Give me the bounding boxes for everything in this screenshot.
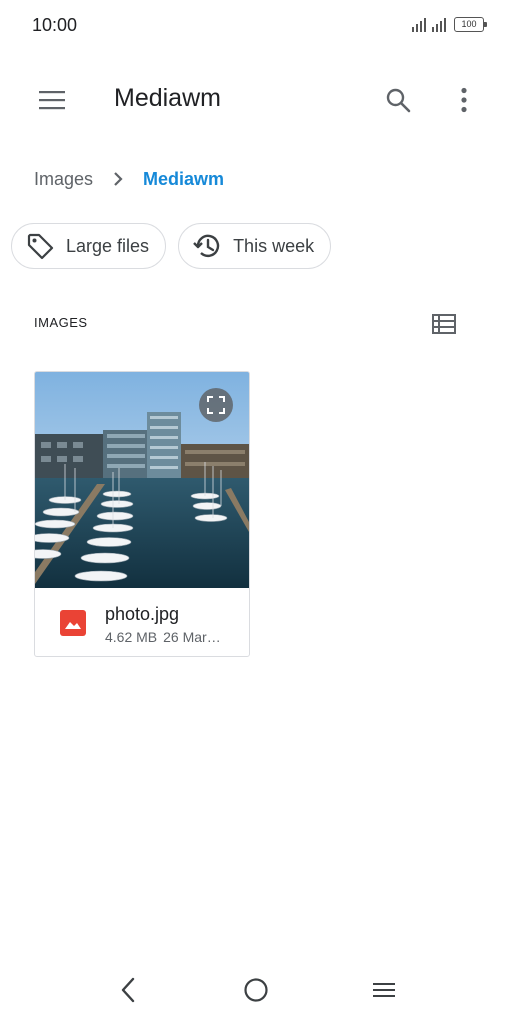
- list-view-icon[interactable]: [424, 306, 464, 342]
- breadcrumb-root[interactable]: Images: [34, 169, 93, 190]
- filter-chips: Large files This week: [11, 223, 332, 269]
- file-name: photo.jpg: [105, 604, 180, 624]
- image-thumbnail[interactable]: [35, 372, 249, 588]
- file-card[interactable]: photo.jpg 4.62 MB 26 Mar…: [34, 371, 250, 657]
- signal-icon: [432, 17, 446, 32]
- chip-this-week[interactable]: This week: [178, 223, 332, 269]
- system-nav-bar: [0, 960, 512, 1020]
- chip-label: Large files: [66, 235, 150, 256]
- section-title: IMAGES: [34, 315, 88, 330]
- app-bar: Mediawm: [0, 70, 512, 128]
- tag-icon: [24, 230, 56, 262]
- status-bar: 10:00 100: [0, 0, 512, 54]
- file-size: 4.62 MB: [105, 629, 158, 645]
- menu-icon[interactable]: [360, 970, 408, 1010]
- history-icon: [191, 230, 223, 262]
- chevron-right-icon: [113, 171, 123, 187]
- back-icon[interactable]: [104, 970, 152, 1010]
- breadcrumb: Images Mediawm: [34, 166, 224, 192]
- status-icons: 100: [412, 17, 487, 32]
- chip-label: This week: [233, 235, 315, 256]
- search-icon[interactable]: [374, 78, 422, 122]
- page-title: Mediawm: [114, 84, 221, 112]
- chip-large-files[interactable]: Large files: [11, 223, 167, 269]
- file-meta: 4.62 MB 26 Mar…: [105, 629, 245, 645]
- breadcrumb-current[interactable]: Mediawm: [143, 169, 224, 190]
- image-file-icon: [60, 610, 86, 636]
- signal-icon: [412, 17, 426, 32]
- file-info: photo.jpg 4.62 MB 26 Mar…: [35, 588, 249, 656]
- home-icon[interactable]: [232, 970, 280, 1010]
- battery-icon: 100: [454, 17, 487, 32]
- more-vert-icon[interactable]: [440, 78, 488, 122]
- hamburger-menu-icon[interactable]: [28, 80, 76, 120]
- status-time: 10:00: [32, 15, 78, 35]
- file-date: 26 Mar…: [163, 629, 221, 645]
- expand-icon[interactable]: [199, 388, 233, 422]
